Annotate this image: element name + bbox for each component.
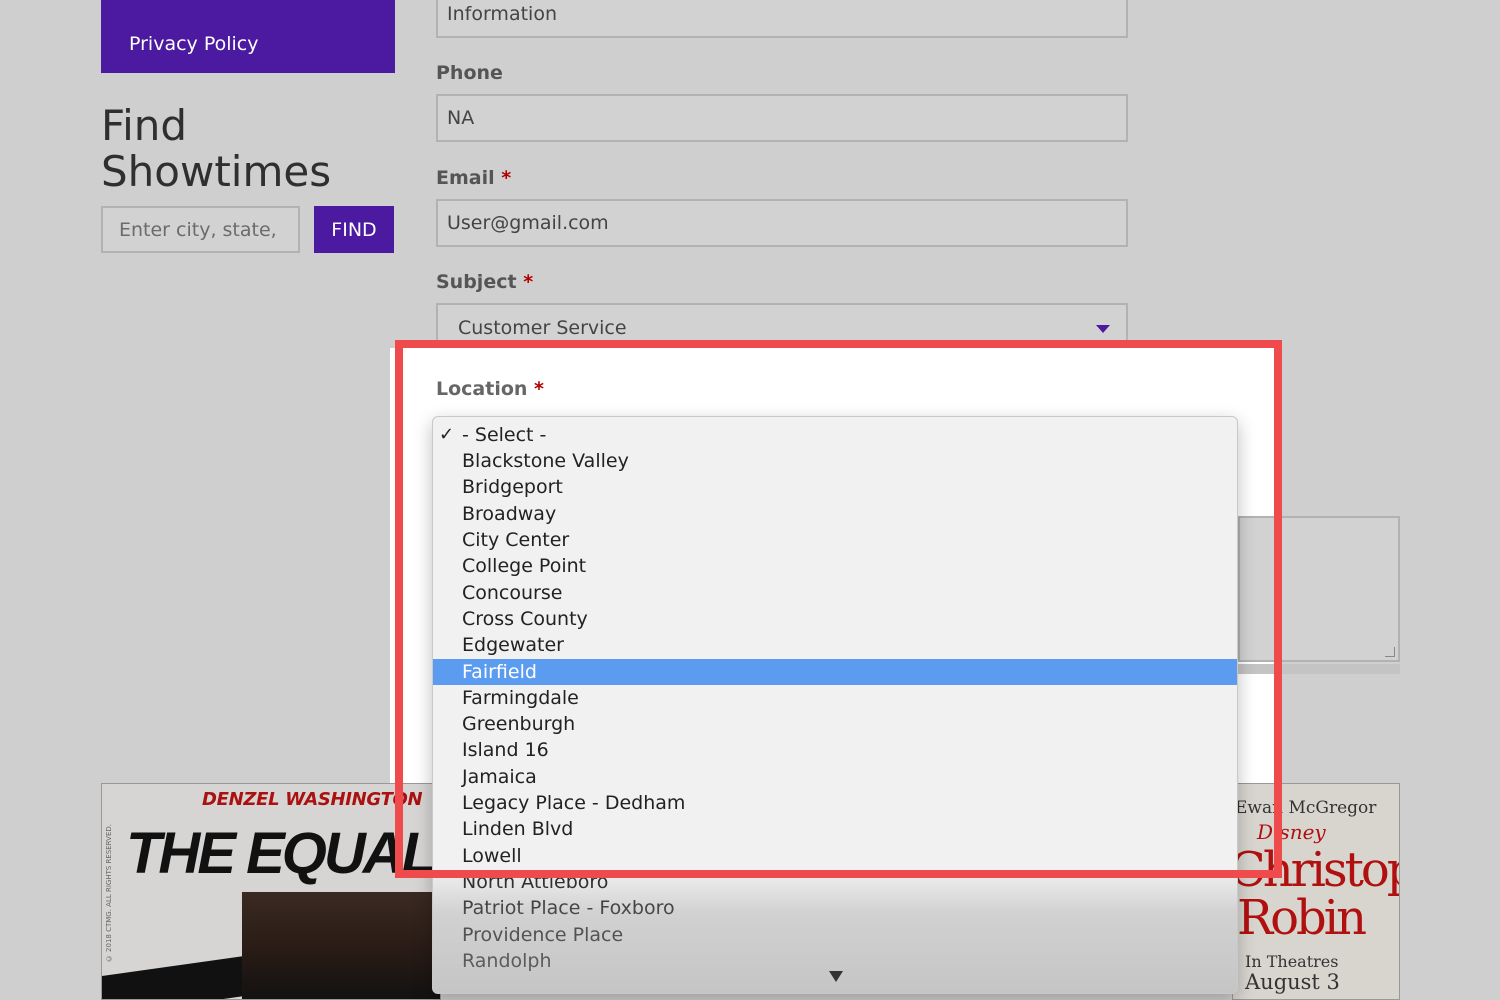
phone-label: Phone xyxy=(436,62,503,84)
location-option[interactable]: College Point xyxy=(433,553,1237,579)
email-field[interactable] xyxy=(436,199,1128,247)
phone-field[interactable] xyxy=(436,94,1128,142)
christopher-robin-poster[interactable]: Ewan McGregor Disney Christopher Robin I… xyxy=(1232,783,1400,1000)
chevron-down-icon xyxy=(1096,325,1110,333)
location-option[interactable]: City Center xyxy=(433,527,1237,553)
location-option[interactable]: North Attleboro xyxy=(433,869,1237,895)
disney-logo: Disney xyxy=(1257,820,1326,844)
subject-label: Subject * xyxy=(436,271,534,293)
information-field[interactable] xyxy=(436,0,1128,38)
find-showtimes-input[interactable] xyxy=(101,206,300,253)
email-label: Email * xyxy=(436,167,512,189)
location-option[interactable]: Lowell xyxy=(433,843,1237,869)
location-option[interactable]: Cross County xyxy=(433,606,1237,632)
message-textarea[interactable] xyxy=(1238,516,1400,662)
scroll-down-arrow-icon[interactable] xyxy=(829,971,843,982)
location-option[interactable]: Island 16 xyxy=(433,737,1237,763)
resize-handle-icon[interactable] xyxy=(1385,647,1395,657)
textarea-underline xyxy=(1238,664,1400,674)
find-button[interactable]: FIND xyxy=(314,206,394,253)
location-label: Location * xyxy=(436,378,544,400)
poster-release-date: August 3 xyxy=(1245,970,1340,994)
find-showtimes-title: Find Showtimes xyxy=(101,101,332,196)
location-option[interactable]: Legacy Place - Dedham xyxy=(433,790,1237,816)
location-option[interactable]: Patriot Place - Foxboro xyxy=(433,895,1237,921)
location-option[interactable]: Providence Place xyxy=(433,922,1237,948)
location-option[interactable]: Concourse xyxy=(433,580,1237,606)
required-asterisk: * xyxy=(501,167,512,189)
poster-title-line2: Robin xyxy=(1237,890,1367,946)
location-option[interactable]: Blackstone Valley xyxy=(433,448,1237,474)
location-option[interactable]: Broadway xyxy=(433,501,1237,527)
poster-actor-name: DENZEL WASHINGTON xyxy=(202,789,423,810)
poster-title: THE EQUALIZER xyxy=(126,821,440,886)
location-option[interactable]: Edgewater xyxy=(433,632,1237,658)
poster-portrait-image xyxy=(242,892,440,999)
location-option[interactable]: Linden Blvd xyxy=(433,816,1237,842)
checkmark-icon: ✓ xyxy=(439,424,455,445)
required-asterisk: * xyxy=(534,378,544,400)
location-option[interactable]: Bridgeport xyxy=(433,474,1237,500)
location-dropdown-list[interactable]: ✓ - Select - Blackstone Valley Bridgeport… xyxy=(432,416,1238,994)
privacy-policy-box: Privacy Policy xyxy=(101,0,395,73)
required-asterisk: * xyxy=(523,271,534,293)
poster-actor-name: Ewan McGregor xyxy=(1235,798,1377,818)
subject-select[interactable]: Customer Service xyxy=(436,303,1128,353)
location-option[interactable]: Farmingdale xyxy=(433,685,1237,711)
equalizer-poster[interactable]: © 2018 CTMG. ALL RIGHTS RESERVED. DENZEL… xyxy=(101,783,441,1000)
poster-release-label: In Theatres xyxy=(1245,952,1339,971)
poster-copyright: © 2018 CTMG. ALL RIGHTS RESERVED. xyxy=(105,824,113,963)
subject-select-value: Customer Service xyxy=(458,317,627,339)
location-option-highlighted[interactable]: Fairfield xyxy=(433,659,1237,685)
privacy-policy-link[interactable]: Privacy Policy xyxy=(129,33,258,55)
location-option[interactable]: Greenburgh xyxy=(433,711,1237,737)
location-option[interactable]: ✓ - Select - xyxy=(433,422,1237,448)
location-option[interactable]: Jamaica xyxy=(433,764,1237,790)
